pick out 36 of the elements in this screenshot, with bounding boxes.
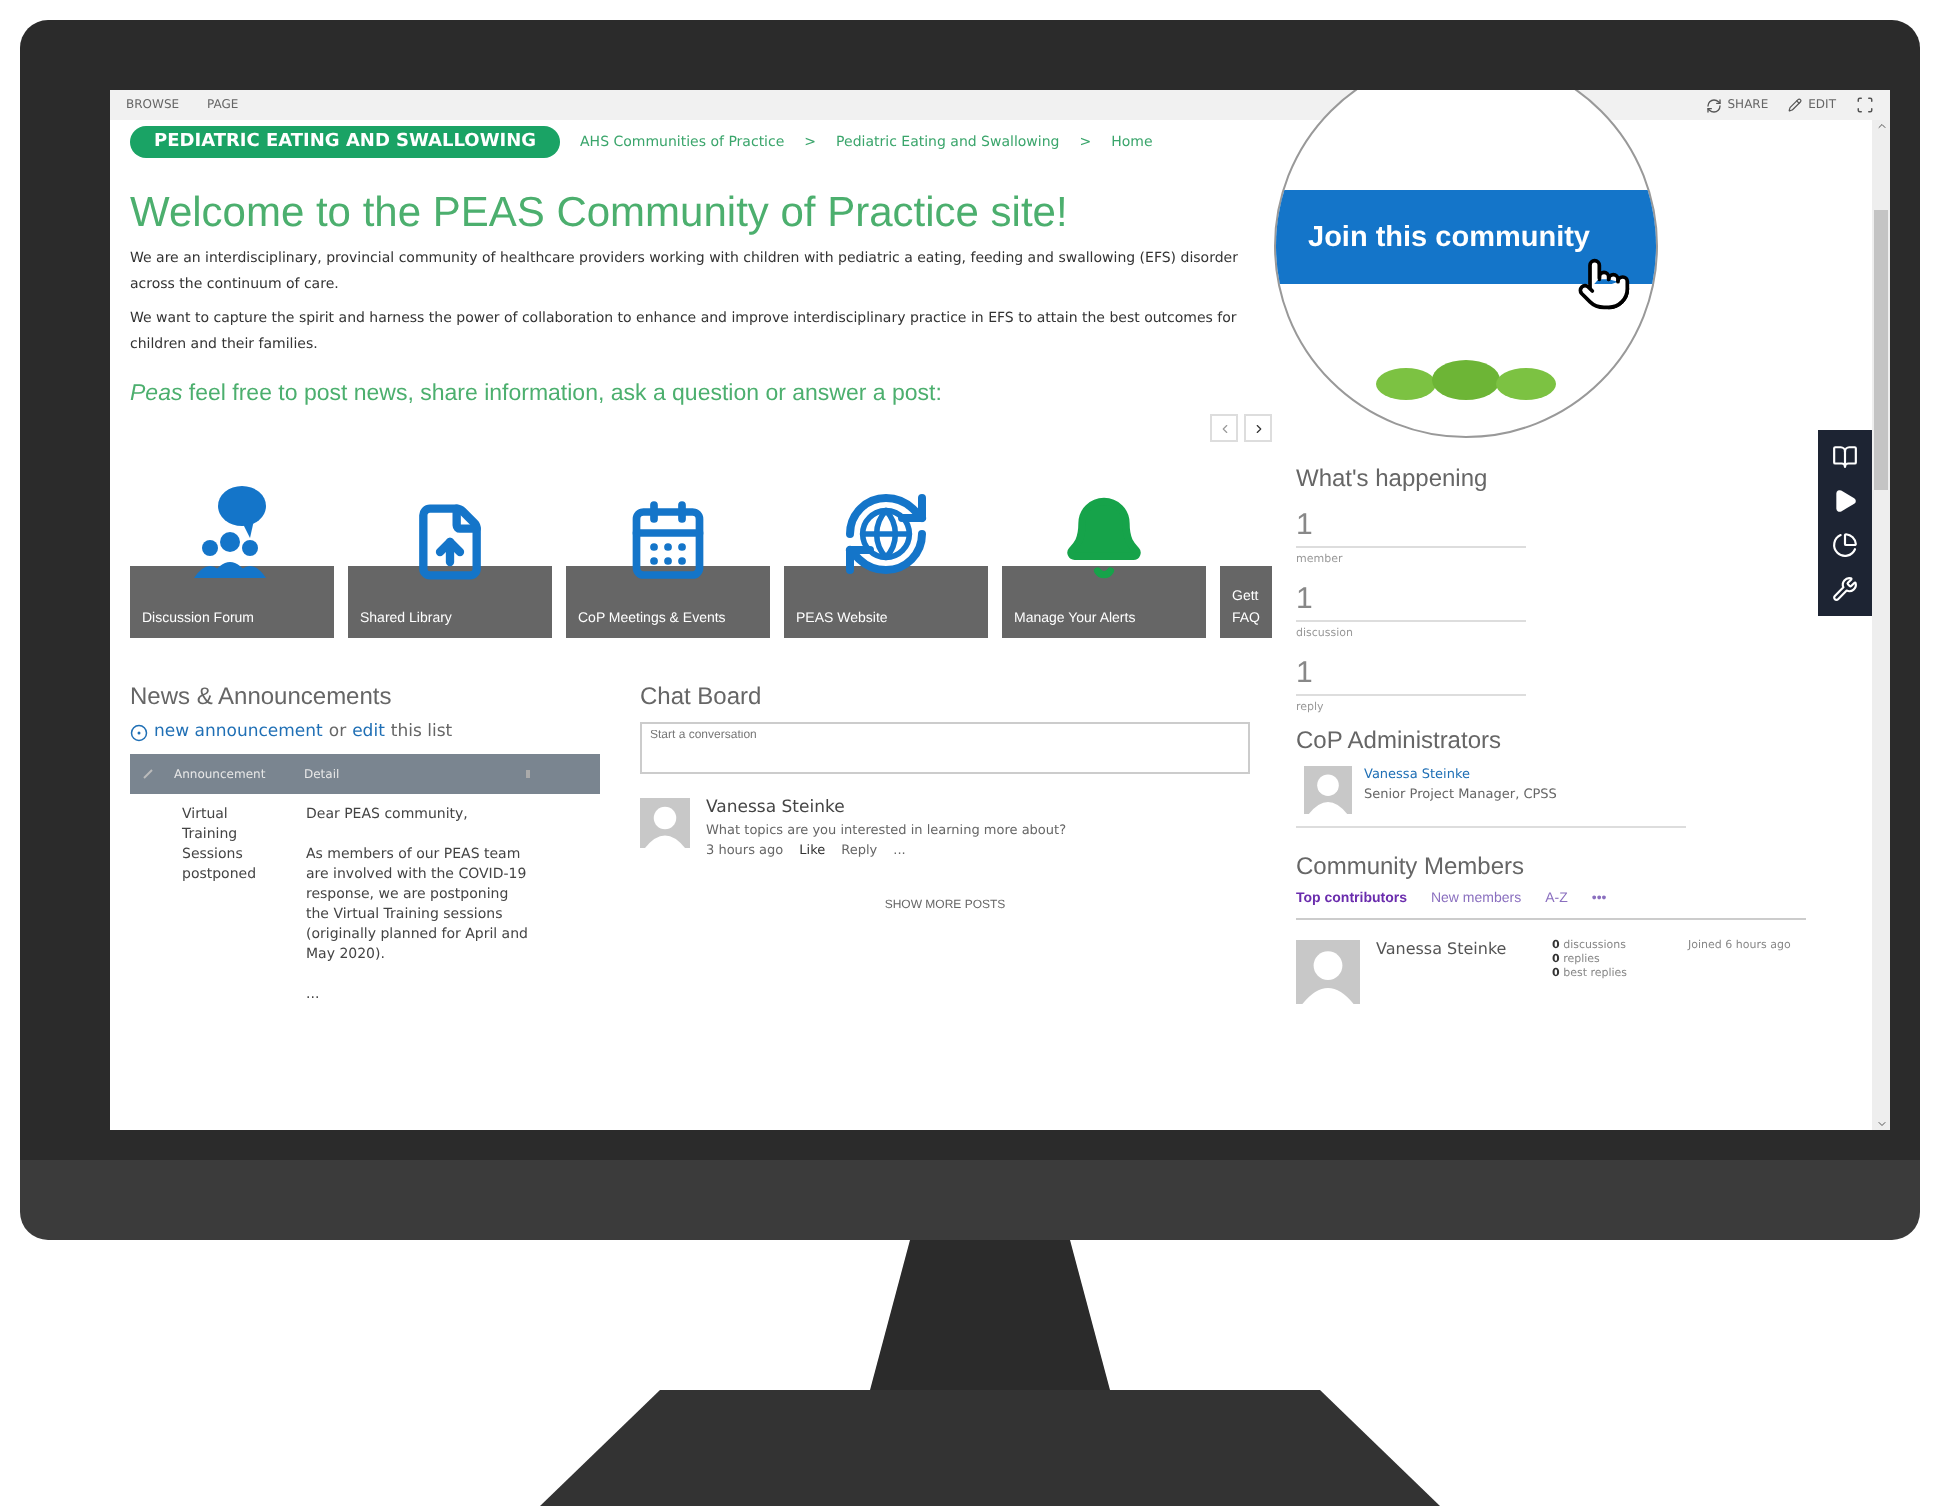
edit-icon [1788,98,1803,112]
next-button[interactable] [1244,414,1272,442]
scrollbar[interactable] [1872,120,1890,1130]
stat-value: 1 [1296,582,1526,622]
play-icon[interactable] [1832,488,1858,514]
section-heading: What's happening [1296,464,1490,492]
book-icon[interactable] [1832,444,1858,470]
pie-chart-icon[interactable] [1832,532,1858,558]
avatar [1296,940,1360,1004]
chevron-right-icon [1251,421,1265,435]
avatar [1304,766,1352,814]
section-heading: Chat Board [640,682,764,710]
add-announcement-text: new announcement or edit this list [130,722,600,742]
post-author: Vanessa Steinke [706,798,847,818]
edit-list-link[interactable]: edit [352,722,385,742]
section-heading: Community Members [1296,852,1527,880]
join-button[interactable]: Join this community [1276,190,1656,284]
section-heading: News & Announcements [130,682,394,710]
member-name[interactable]: Vanessa Steinke [1376,940,1536,1004]
previous-button[interactable] [1210,414,1238,442]
scroll-down-icon[interactable] [1875,1118,1887,1130]
new-announcement-link[interactable]: new announcement [154,722,323,742]
page-title: Welcome to the PEAS Community of Practice site! [130,190,1070,238]
focus-icon[interactable] [1856,96,1874,114]
stat-value: 1 [1296,656,1526,696]
hand-cursor-icon [1576,256,1632,312]
invite-text: Peas feel free to post news, share information, ask a question or answer a post: [130,382,944,406]
tools-icon[interactable] [1832,576,1858,602]
avatar [640,798,690,848]
scrollbar-thumb[interactable] [1874,210,1888,490]
scroll-up-icon[interactable] [1875,120,1887,132]
share-icon [1705,97,1722,113]
site-badge[interactable]: PEDIATRIC EATING AND SWALLOWING [130,126,561,158]
stat-value: 1 [1296,508,1526,548]
section-heading: CoP Administrators [1296,726,1503,754]
chevron-left-icon [1217,421,1231,435]
